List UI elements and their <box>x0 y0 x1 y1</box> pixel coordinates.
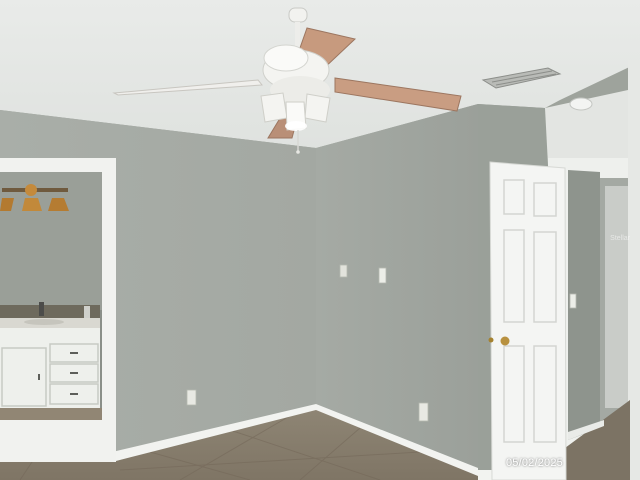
sink <box>24 319 64 325</box>
smoke-detector-icon <box>569 97 593 111</box>
bathroom-back-wall <box>0 172 102 310</box>
light-switch-1 <box>339 264 348 278</box>
bathroom-floor <box>0 408 102 420</box>
outlet-right <box>418 402 429 422</box>
room-photo-svg <box>0 0 640 480</box>
open-door <box>489 161 567 480</box>
soap-dispenser <box>84 306 90 318</box>
hallway-door <box>605 186 629 408</box>
baseboard-door-wall <box>478 470 492 480</box>
room-photo: Stellar 05/02/2025 <box>0 0 640 480</box>
outlet-left <box>186 389 197 406</box>
date-stamp: 05/02/2025 <box>505 457 563 469</box>
faucet <box>39 302 44 316</box>
watermark: Stellar <box>610 235 630 242</box>
light-switch-3 <box>569 293 577 309</box>
light-switch-2 <box>378 267 387 284</box>
